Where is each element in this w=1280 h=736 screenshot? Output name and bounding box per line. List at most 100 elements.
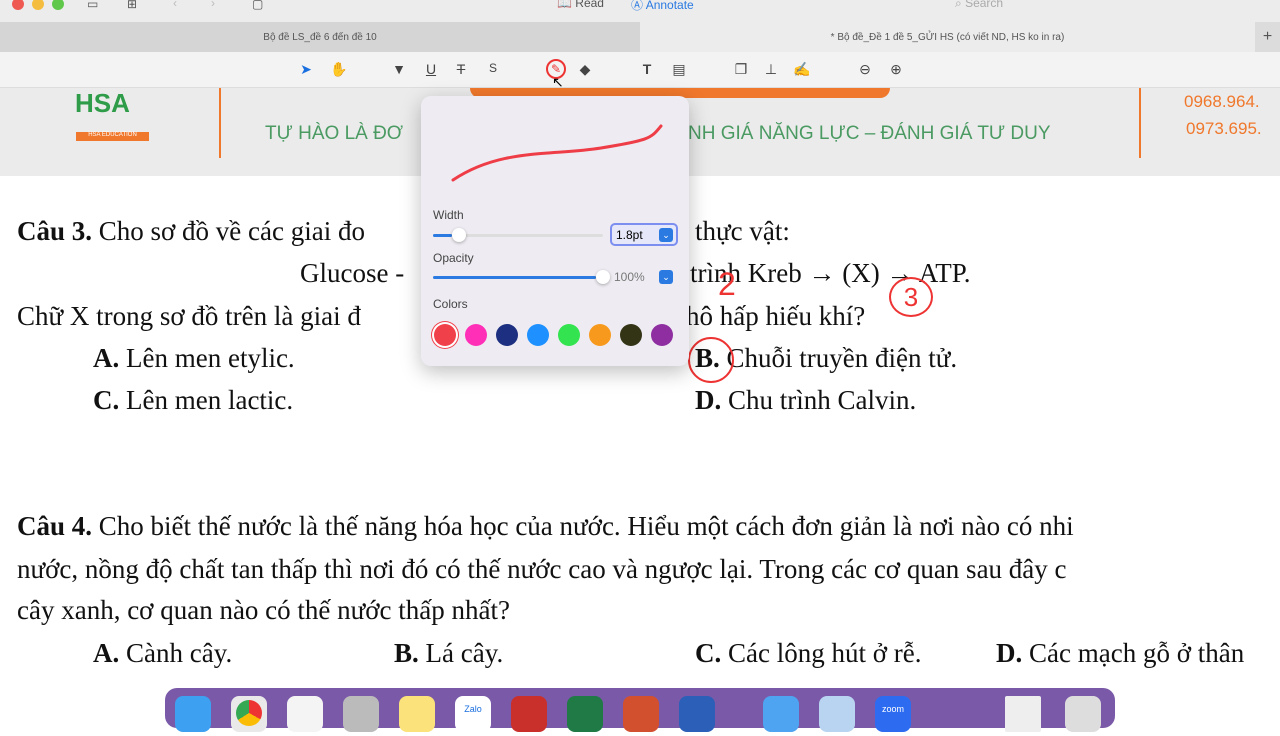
opacity-dropdown-chevron-icon[interactable]: ⌄: [659, 270, 673, 284]
phone-1: 0968.964.: [1184, 92, 1260, 111]
stamp-icon[interactable]: ⊥: [762, 61, 780, 78]
color-swatch[interactable]: [465, 324, 487, 346]
width-select[interactable]: 1.8pt ⌄: [610, 223, 678, 246]
eraser-icon[interactable]: ◆: [576, 61, 594, 78]
signature-icon[interactable]: ✍: [793, 61, 811, 78]
preview-icon[interactable]: [819, 696, 855, 732]
pdf-app-icon[interactable]: [511, 696, 547, 732]
q4-option-c[interactable]: C. Các lông hút ở rễ.: [695, 638, 921, 669]
color-swatch[interactable]: [558, 324, 580, 346]
phone-2: 0973.695.: [1186, 119, 1262, 138]
opacity-slider[interactable]: [433, 270, 610, 284]
zoom-out-icon[interactable]: ⊖: [856, 61, 874, 78]
zoom-in-icon[interactable]: ⊕: [887, 61, 905, 78]
document-thumbnail-icon[interactable]: [1005, 696, 1041, 732]
strikethrough-tool-icon[interactable]: T: [452, 61, 470, 77]
photos-icon[interactable]: [287, 696, 323, 732]
width-label: Width: [433, 208, 464, 222]
zalo-label: Zalo: [464, 704, 482, 714]
divider: [219, 88, 221, 158]
share-icon[interactable]: ▢: [252, 0, 263, 11]
q4-text: Cho biết thế nước là thế năng hóa học củ…: [98, 511, 1074, 541]
option-text: Chuỗi truyền điện tử.: [726, 343, 958, 373]
q4-line2: nước, nồng độ chất tan thấp thì nơi đó c…: [17, 554, 1067, 584]
tab-bo-de-1-5[interactable]: * Bộ đề_Đề 1 đề 5_GỬI HS (có viết ND, HS…: [640, 22, 1255, 52]
q3-option-d[interactable]: D. Chu trình Calvin.: [695, 385, 916, 416]
select-arrow-icon[interactable]: ➤: [297, 61, 315, 78]
strike-icon[interactable]: S: [484, 61, 502, 75]
safari-icon[interactable]: [763, 696, 799, 732]
minimize-window-button[interactable]: [32, 0, 44, 10]
zoom-window-button[interactable]: [52, 0, 64, 10]
zoom-app-icon[interactable]: zoom: [875, 696, 911, 732]
option-text: Lên men lactic.: [126, 385, 294, 415]
annotate-button[interactable]: Ⓐ Annotate: [631, 0, 694, 13]
q3-option-b[interactable]: B. Chuỗi truyền điện tử.: [695, 343, 957, 374]
underline-icon[interactable]: U: [422, 61, 440, 77]
shapes-icon[interactable]: ❐: [732, 61, 750, 78]
highlight-icon[interactable]: ▼: [390, 61, 408, 77]
hand-icon[interactable]: ✋: [330, 61, 348, 78]
close-window-button[interactable]: [12, 0, 24, 10]
option-text: Cành cây.: [126, 638, 233, 668]
read-button[interactable]: 📖 Read: [557, 0, 604, 10]
q4-option-d[interactable]: D. Các mạch gỗ ở thân: [996, 638, 1244, 669]
option-key: A.: [93, 343, 120, 373]
text-icon[interactable]: T: [638, 61, 656, 77]
q3-text: Cho sơ đồ về các giai đo: [98, 216, 365, 246]
tab-bo-de-ls[interactable]: Bộ đề LS_đề 6 đến đề 10: [0, 22, 640, 52]
q3-text-cont: thực vật:: [695, 216, 790, 246]
thumbnails-icon[interactable]: ⊞: [127, 0, 137, 11]
finder-icon[interactable]: [175, 696, 211, 732]
color-swatch[interactable]: [589, 324, 611, 346]
forward-icon[interactable]: ›: [211, 0, 215, 10]
q4-label: Câu 4.: [17, 511, 93, 541]
slogan-left: TỰ HÀO LÀ ĐƠ: [265, 123, 404, 144]
divider: [1139, 88, 1141, 158]
width-slider[interactable]: [433, 228, 603, 242]
color-swatch[interactable]: [434, 324, 456, 346]
option-key: C.: [93, 385, 120, 415]
q3-option-c[interactable]: C. Lên men lactic.: [93, 385, 293, 416]
trash-icon[interactable]: [1065, 696, 1101, 732]
sidebar-icon[interactable]: ▭: [87, 0, 98, 11]
zoom-label: zoom: [881, 704, 904, 714]
option-key: D.: [996, 638, 1023, 668]
handwritten-annotation-3[interactable]: 3: [889, 277, 933, 317]
answer-circle-annotation[interactable]: [688, 337, 734, 383]
opacity-slider-knob[interactable]: [596, 270, 610, 284]
logo-text: HSA EDUCATION: [76, 132, 149, 141]
handwritten-annotation-2[interactable]: 2: [718, 266, 736, 303]
q4-option-b[interactable]: B. Lá cây.: [394, 638, 503, 669]
slogan-right: NH GIÁ NĂNG LỰC – ĐÁNH GIÁ TƯ DUY: [688, 123, 1051, 144]
q4-line1: Câu 4. Cho biết thế nước là thế năng hóa…: [17, 511, 1074, 542]
word-icon[interactable]: [679, 696, 715, 732]
width-slider-knob[interactable]: [451, 228, 466, 242]
powerpoint-icon[interactable]: [623, 696, 659, 732]
excel-icon[interactable]: [567, 696, 603, 732]
option-key: C.: [695, 638, 722, 668]
new-tab-button[interactable]: +: [1255, 22, 1280, 52]
back-icon[interactable]: ‹: [173, 0, 177, 10]
q3-option-a[interactable]: A. Lên men etylic.: [93, 343, 295, 374]
q3-question-cont: hô hấp hiếu khí?: [686, 301, 866, 331]
tab-label: * Bộ đề_Đề 1 đề 5_GỬI HS (có viết ND, HS…: [830, 31, 1065, 43]
opacity-value: 100%: [614, 270, 645, 284]
q3-label: Câu 3.: [17, 216, 93, 246]
notes-icon[interactable]: [399, 696, 435, 732]
chrome-icon[interactable]: [231, 696, 267, 732]
colors-label: Colors: [433, 297, 468, 311]
color-swatch[interactable]: [620, 324, 642, 346]
color-swatch[interactable]: [651, 324, 673, 346]
pen-style-popover: Width 1.8pt ⌄ Opacity 100% ⌄ Colors: [421, 96, 689, 366]
color-swatch[interactable]: [496, 324, 518, 346]
q4-option-a[interactable]: A. Cành cây.: [93, 638, 232, 669]
app-icon[interactable]: [343, 696, 379, 732]
q4-line3: cây xanh, cơ quan nào có thế nước thấp n…: [17, 595, 511, 625]
search-input[interactable]: ⌕ Search: [955, 0, 1003, 11]
comment-icon[interactable]: ▤: [670, 61, 688, 78]
option-key: A.: [93, 638, 120, 668]
opacity-label: Opacity: [433, 251, 474, 265]
color-swatch[interactable]: [527, 324, 549, 346]
zalo-icon[interactable]: Zalo: [455, 696, 491, 732]
